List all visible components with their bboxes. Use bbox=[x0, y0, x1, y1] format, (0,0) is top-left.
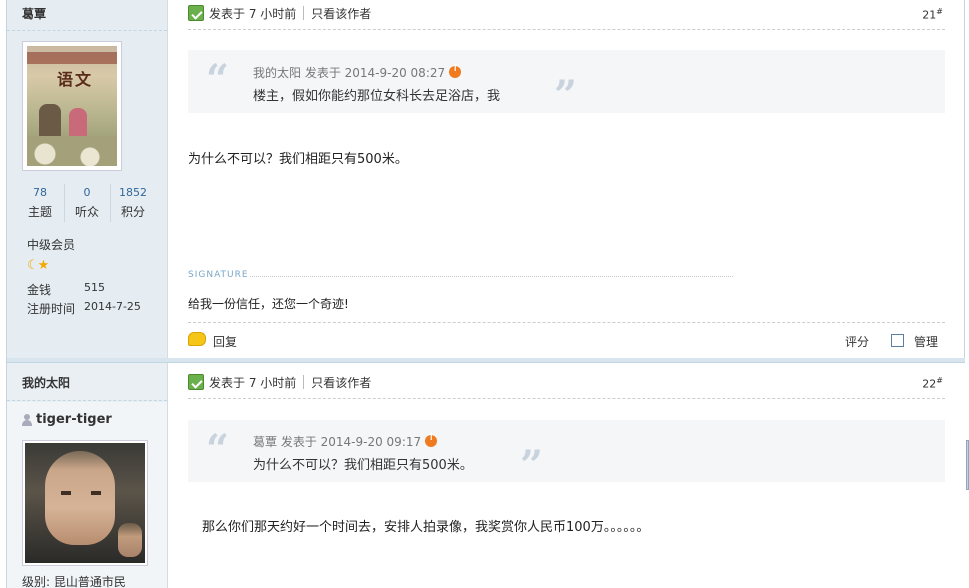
open-quote-icon: “ bbox=[206, 56, 230, 103]
divider bbox=[7, 400, 167, 401]
post1-author-name[interactable]: 葛覃 bbox=[22, 5, 46, 22]
quote-meta: 葛覃 发表于 2014-9-20 09:17 bbox=[253, 432, 438, 450]
stat-points[interactable]: 1852 积分 bbox=[110, 186, 156, 220]
stat-label: 主题 bbox=[27, 205, 52, 219]
money-row: 金钱 515 bbox=[27, 281, 105, 298]
only-author-link[interactable]: 只看该作者 bbox=[311, 5, 371, 22]
reply-button[interactable]: 回复 bbox=[213, 333, 237, 350]
user-icon bbox=[22, 413, 32, 426]
online-status-icon bbox=[188, 5, 204, 21]
avatar-book-title: 语文 bbox=[57, 70, 94, 89]
rate-button[interactable]: 评分 bbox=[845, 333, 869, 350]
quote-meta: 我的太阳 发表于 2014-9-20 08:27 bbox=[253, 63, 462, 81]
reply-icon[interactable] bbox=[188, 332, 206, 346]
quote-text: 楼主，假如你能约那位女科长去足浴店，我 bbox=[253, 89, 501, 104]
stat-label: 听众 bbox=[74, 205, 99, 219]
post-time: 发表于 7 小时前 bbox=[209, 6, 297, 21]
manage-checkbox[interactable] bbox=[891, 334, 904, 347]
only-author-link[interactable]: 只看该作者 bbox=[311, 374, 371, 391]
stat-value: 78 bbox=[33, 186, 47, 199]
stat-label: 积分 bbox=[120, 205, 145, 219]
open-quote-icon: “ bbox=[206, 426, 230, 473]
online-status-icon bbox=[188, 374, 204, 390]
stat-topics[interactable]: 78 主题 bbox=[17, 186, 63, 220]
floor-number[interactable]: 22# bbox=[922, 376, 943, 391]
reg-label: 注册时间 bbox=[27, 302, 76, 316]
post2-avatar[interactable] bbox=[22, 440, 148, 566]
close-quote-icon: ” bbox=[520, 442, 544, 489]
close-quote-icon: ” bbox=[554, 72, 578, 119]
stat-value: 1852 bbox=[119, 186, 147, 199]
signature-text: 给我一份信任，还您一个奇迹! bbox=[188, 297, 349, 311]
post1-avatar[interactable]: 语文 bbox=[22, 41, 122, 171]
rank-stars-icon: ☾★ bbox=[27, 258, 49, 273]
post1-header: 发表于 7 小时前 只看该作者 bbox=[188, 4, 371, 22]
avatar-image: 语文 bbox=[27, 46, 117, 166]
divider bbox=[7, 30, 167, 31]
divider bbox=[188, 398, 945, 399]
reg-row: 注册时间 2014-7-25 bbox=[27, 300, 141, 317]
manage-label[interactable]: 管理 bbox=[914, 333, 938, 350]
post-separator-line bbox=[7, 362, 965, 363]
stat-value: 0 bbox=[83, 186, 91, 199]
post2-author-name[interactable]: 我的太阳 bbox=[22, 374, 70, 391]
post1-quote: “ 我的太阳 发表于 2014-9-20 08:27 楼主，假如你能约那位女科长… bbox=[188, 50, 945, 119]
floor-number[interactable]: 21# bbox=[922, 7, 943, 22]
reg-value: 2014-7-25 bbox=[84, 300, 141, 313]
jump-to-post-icon[interactable] bbox=[425, 432, 438, 447]
post2-username[interactable]: tiger-tiger bbox=[36, 412, 112, 427]
divider bbox=[188, 29, 945, 30]
jump-to-post-icon[interactable] bbox=[449, 63, 462, 78]
post-time: 发表于 7 小时前 bbox=[209, 375, 297, 390]
post2-content: 那么你们那天约好一个时间去，安排人拍录像，我奖赏你人民币100万。。。。。。 bbox=[202, 520, 650, 535]
post1-content: 为什么不可以？我们相距只有500米。 bbox=[188, 152, 408, 167]
post2-username-row[interactable]: tiger-tiger bbox=[22, 412, 112, 427]
user-group[interactable]: 中级会员 bbox=[27, 236, 75, 253]
avatar-image bbox=[25, 443, 145, 563]
stat-listeners[interactable]: 0 听众 bbox=[64, 186, 110, 220]
content-border bbox=[167, 0, 168, 588]
post2-quote: “ 葛覃 发表于 2014-9-20 09:17 为什么不可以？我们相距只有50… bbox=[188, 420, 945, 489]
post2-level: 级别: 昆山普通市民 bbox=[22, 575, 126, 588]
signature-divider bbox=[250, 276, 733, 277]
money-label: 金钱 bbox=[27, 283, 52, 297]
quote-text: 为什么不可以？我们相距只有500米。 bbox=[253, 458, 473, 473]
post2-header: 发表于 7 小时前 只看该作者 bbox=[188, 373, 371, 391]
page-right-border bbox=[964, 0, 965, 360]
money-value: 515 bbox=[84, 281, 105, 294]
signature-label: SIGNATURE bbox=[188, 270, 249, 280]
divider bbox=[188, 322, 945, 323]
